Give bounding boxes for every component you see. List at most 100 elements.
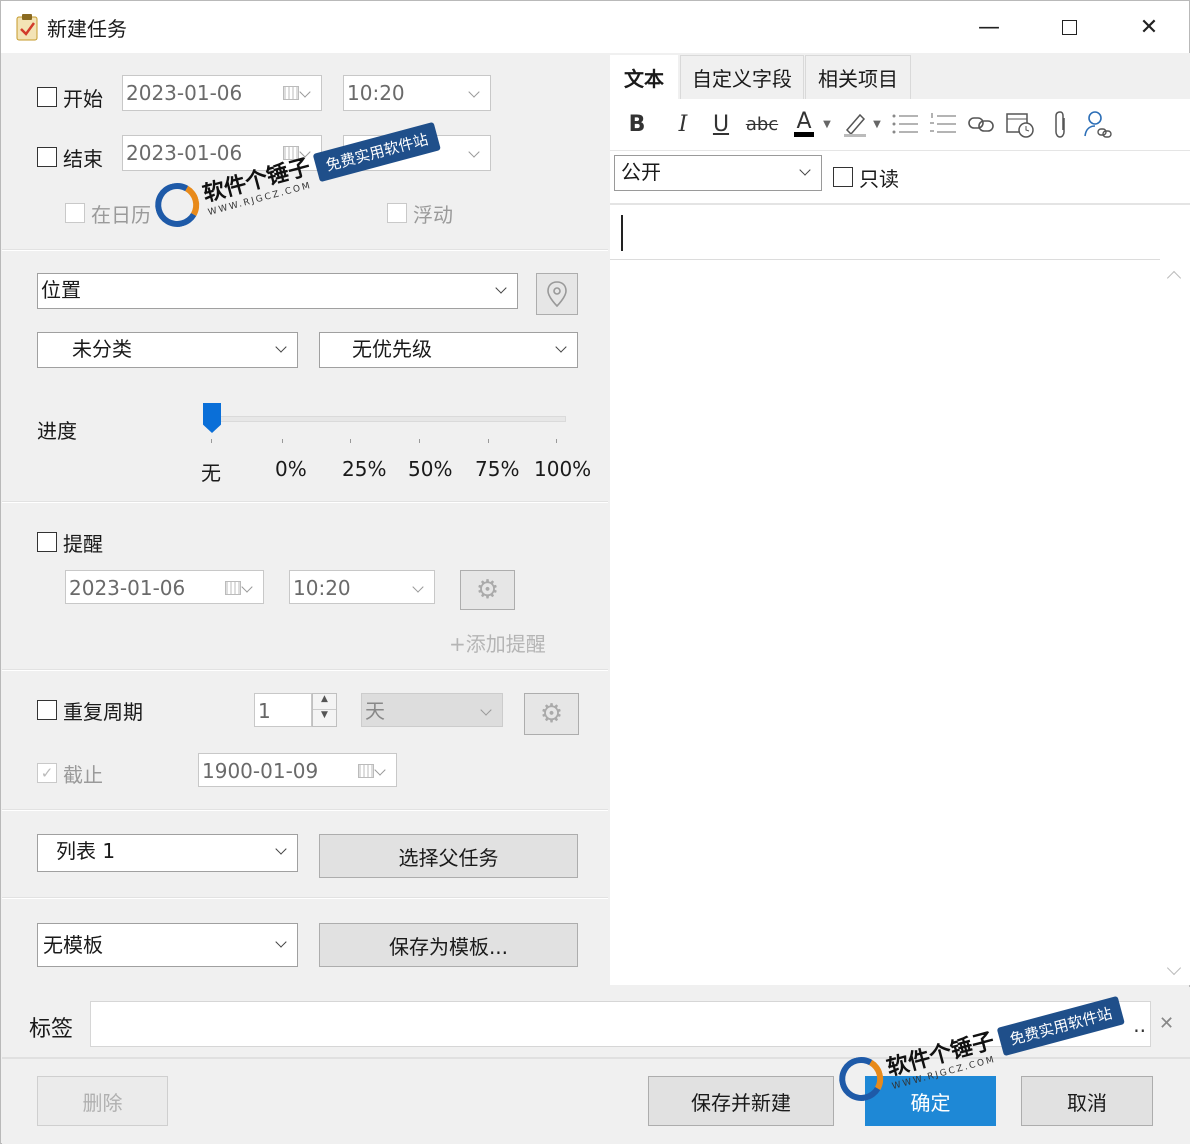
stepper-up-icon[interactable]: ▲ (313, 694, 336, 710)
font-color-button[interactable]: A (792, 109, 816, 139)
chevron-down-icon (275, 843, 287, 855)
link-icon (968, 117, 994, 132)
priority-select[interactable]: 无优先级 (319, 332, 578, 368)
start-date-field[interactable]: 2023-01-06 (122, 75, 322, 111)
reminder-checkbox[interactable] (37, 532, 57, 552)
notes-editor[interactable] (610, 259, 1160, 985)
location-input[interactable]: 位置 (37, 273, 518, 309)
save-and-new-button[interactable]: 保存并新建 (648, 1076, 834, 1126)
reminder-time-value: 10:20 (293, 576, 351, 600)
bold-button[interactable]: B (624, 109, 650, 139)
float-checkbox[interactable] (387, 203, 407, 223)
chevron-down-icon (275, 936, 287, 948)
until-checkbox[interactable]: ✓ (37, 763, 57, 783)
chevron-down-icon (468, 146, 480, 158)
reminder-settings-button[interactable]: ⚙ (460, 570, 515, 610)
in-calendar-label: 在日历 (91, 203, 151, 227)
template-select[interactable]: 无模板 (37, 923, 298, 967)
highlight-button[interactable] (840, 109, 870, 139)
calendar-icon[interactable] (358, 764, 374, 778)
link-button[interactable] (966, 109, 996, 139)
reminder-date-field[interactable]: 2023-01-06 (65, 570, 264, 604)
font-color-swatch (794, 131, 814, 137)
template-value: 无模板 (43, 933, 103, 957)
category-select[interactable]: 未分类 (37, 332, 298, 368)
font-color-dropdown-icon[interactable]: ▼ (820, 109, 834, 139)
clear-tags-icon[interactable]: ✕ (1159, 1013, 1174, 1034)
task-list-value: 列表 1 (56, 839, 116, 863)
paperclip-icon (1055, 111, 1065, 138)
until-label: 截止 (63, 763, 103, 787)
choose-parent-task-button[interactable]: 选择父任务 (319, 834, 578, 878)
interval-stepper[interactable]: ▲ ▼ (312, 693, 337, 727)
map-pin-button[interactable] (536, 273, 578, 315)
readonly-checkbox[interactable] (833, 167, 853, 187)
close-button[interactable]: ✕ (1109, 1, 1189, 53)
maximize-icon (1061, 19, 1077, 35)
progress-tick-label: 无 (201, 461, 221, 485)
location-placeholder: 位置 (41, 278, 81, 302)
editor-scrollbar[interactable] (1160, 259, 1190, 985)
recurrence-label: 重复周期 (63, 700, 143, 724)
reminder-time-field[interactable]: 10:20 (289, 570, 435, 604)
recurrence-settings-button[interactable]: ⚙ (524, 693, 579, 735)
contact-link-button[interactable] (1082, 109, 1114, 139)
chevron-down-icon (799, 164, 811, 176)
scroll-down-icon[interactable] (1166, 960, 1182, 976)
progress-tick-label: 100% (534, 457, 592, 481)
slider-tick (488, 439, 489, 443)
clipboard-check-icon (16, 14, 38, 41)
map-pin-icon (547, 281, 567, 308)
subject-input-caret[interactable] (621, 215, 623, 251)
numbered-list-button[interactable] (928, 109, 958, 139)
minimize-button[interactable]: — (949, 1, 1029, 53)
reminder-label: 提醒 (63, 532, 103, 556)
highlight-dropdown-icon[interactable]: ▼ (870, 109, 884, 139)
progress-slider-track[interactable] (208, 416, 566, 422)
priority-value: 无优先级 (352, 337, 432, 361)
in-calendar-checkbox[interactable] (65, 203, 85, 223)
recurrence-unit-select[interactable]: 天 (361, 693, 503, 727)
start-checkbox[interactable] (37, 87, 57, 107)
task-list-select[interactable]: 列表 1 (37, 834, 298, 872)
start-time-field[interactable]: 10:20 (343, 75, 491, 111)
calendar-icon[interactable] (283, 86, 299, 100)
tags-overflow: .. (1133, 1013, 1146, 1037)
recurrence-interval-input[interactable]: 1 (254, 693, 312, 727)
slider-tick (282, 439, 283, 443)
tab-custom-fields[interactable]: 自定义字段 (680, 55, 804, 99)
progress-tick-label: 25% (342, 457, 387, 481)
end-label: 结束 (63, 147, 103, 171)
underline-button[interactable]: U (708, 109, 734, 139)
save-as-template-button[interactable]: 保存为模板... (319, 923, 578, 967)
bullet-list-button[interactable] (890, 109, 920, 139)
stepper-down-icon[interactable]: ▼ (313, 710, 336, 720)
divider (2, 809, 608, 811)
until-date-field[interactable]: 1900-01-09 (198, 753, 397, 787)
category-value: 未分类 (72, 337, 132, 361)
visibility-select[interactable]: 公开 (614, 155, 822, 191)
calendar-clock-icon (1006, 113, 1034, 138)
tags-label: 标签 (29, 1017, 74, 1042)
delete-button[interactable]: 删除 (37, 1076, 168, 1126)
tab-related-items[interactable]: 相关项目 (805, 55, 911, 99)
recurrence-checkbox[interactable] (37, 700, 57, 720)
add-reminder-link[interactable]: +添加提醒 (449, 628, 546, 657)
gear-icon: ⚙ (475, 575, 500, 605)
maximize-button[interactable] (1029, 1, 1109, 53)
chevron-down-icon (299, 86, 311, 98)
progress-tick-label: 50% (408, 457, 453, 481)
end-checkbox[interactable] (37, 147, 57, 167)
insert-date-button[interactable] (1004, 109, 1036, 139)
cancel-button[interactable]: 取消 (1021, 1076, 1153, 1126)
divider (2, 897, 608, 899)
recurrence-interval-value: 1 (258, 699, 271, 723)
strikethrough-button[interactable]: abc (744, 109, 780, 139)
attachment-button[interactable] (1046, 109, 1074, 139)
scroll-up-icon[interactable] (1166, 270, 1182, 286)
calendar-icon[interactable] (225, 581, 241, 595)
start-label: 开始 (63, 87, 103, 111)
tab-text[interactable]: 文本 (610, 55, 678, 99)
highlighter-icon (844, 113, 866, 137)
italic-button[interactable]: I (670, 109, 696, 139)
